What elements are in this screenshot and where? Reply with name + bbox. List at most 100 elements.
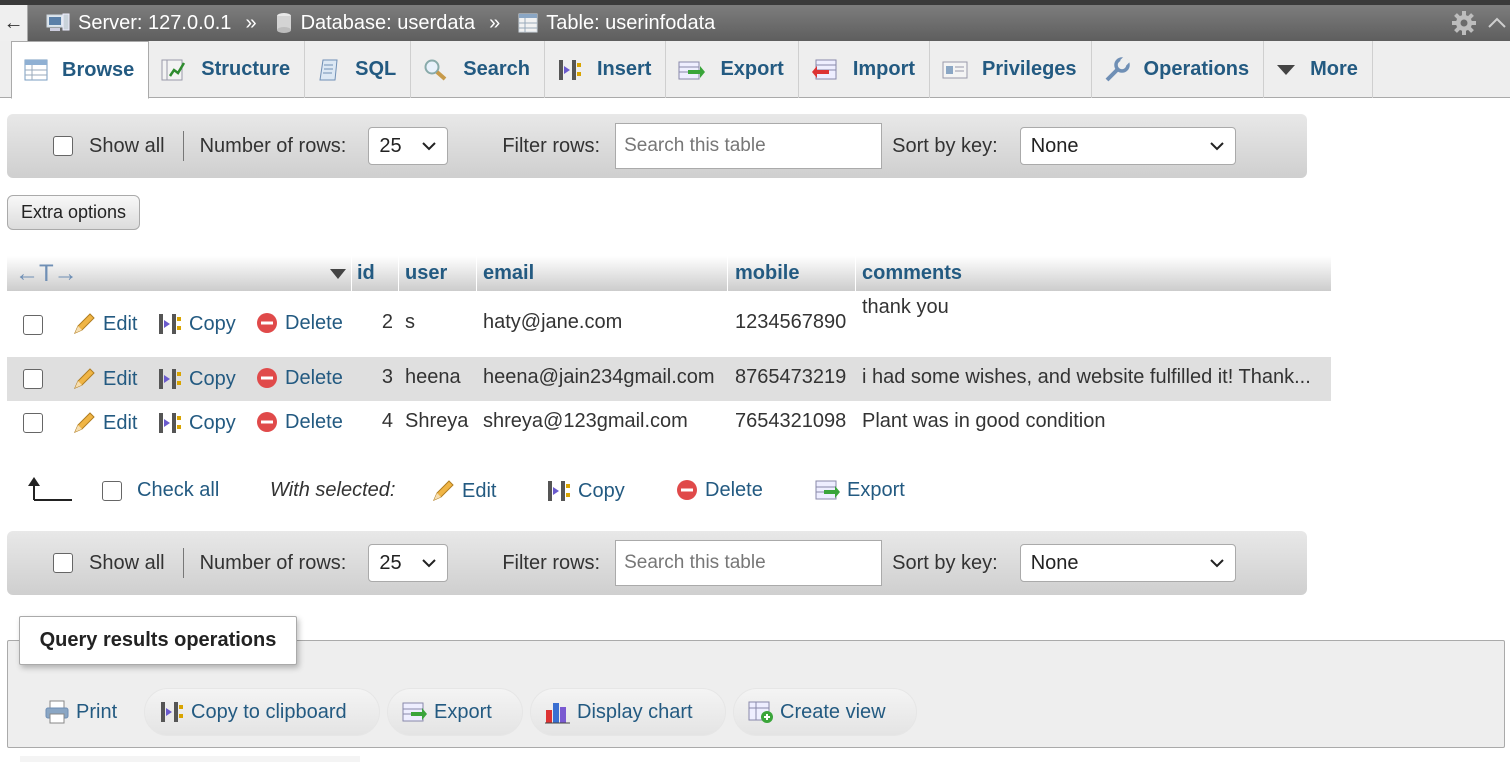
display-chart-button[interactable]: Display chart [530,688,726,736]
printer-icon [44,699,70,725]
bulk-export-button[interactable]: Export [815,478,905,502]
breadcrumb-table[interactable]: Table: userinfodata [518,12,715,35]
row-checkbox[interactable] [23,315,43,335]
row-edit-link[interactable]: Edit [71,410,137,436]
row-delete-label: Delete [285,366,343,389]
tab-insert-label: Insert [597,58,652,80]
rows-select-value: 25 [379,551,402,574]
structure-icon [161,59,187,81]
row-delete-link[interactable]: Delete [255,311,343,335]
rows-select-value: 25 [379,134,402,157]
tab-search[interactable]: Search [411,41,545,98]
breadcrumb-database[interactable]: Database: userdata [275,11,476,35]
export-icon [815,478,841,502]
extra-options-button[interactable]: Extra options [7,195,140,230]
cell-mobile[interactable]: 8765473219 [735,366,846,389]
row-checkbox[interactable] [23,413,43,433]
results-table-header: ←T→ id user email mobile comments [7,256,1331,291]
tab-structure-label: Structure [201,58,291,80]
row-copy-label: Copy [189,367,236,390]
row-delete-link[interactable]: Delete [255,410,343,434]
cell-user[interactable]: Shreya [405,410,468,433]
tab-privileges[interactable]: Privileges [930,41,1092,98]
copy-to-clipboard-button[interactable]: Copy to clipboard [144,688,380,736]
settings-gear-icon[interactable] [1450,9,1478,37]
cell-user[interactable]: s [405,311,415,334]
tab-sql[interactable]: SQL [305,41,412,98]
tab-more[interactable]: More [1264,41,1373,98]
column-header-comments[interactable]: comments [862,256,962,291]
row-edit-link[interactable]: Edit [71,311,137,337]
rows-select[interactable]: 25 [368,127,449,165]
breadcrumb-database-label: Database: userdata [300,11,476,34]
tab-import[interactable]: Import [799,41,931,98]
column-header-email[interactable]: email [483,256,534,291]
create-view-button[interactable]: Create view [733,688,917,736]
sort-by-key-select[interactable]: None [1019,544,1236,582]
cell-email[interactable]: haty@jane.com [483,311,622,334]
row-edit-link[interactable]: Edit [71,366,137,392]
table-icon [518,13,538,33]
show-all-checkbox[interactable] [53,136,73,156]
show-all-toggle[interactable]: Show all [53,135,165,158]
check-all-label[interactable]: Check all [137,479,219,502]
row-checkbox[interactable] [23,369,43,389]
show-all-checkbox[interactable] [53,553,73,573]
row-edit-label: Edit [103,312,138,335]
breadcrumb-separator: » [245,11,257,34]
bulk-delete-button[interactable]: Delete [675,478,763,502]
cell-comments[interactable]: thank you [862,296,949,319]
bottom-navigation-bar: Show all Number of rows: 25 Filter rows:… [7,531,1307,595]
tab-export[interactable]: Export [666,41,799,98]
bulk-delete-label: Delete [705,478,763,501]
cell-comments[interactable]: Plant was in good condition [862,410,1106,433]
cell-mobile[interactable]: 7654321098 [735,410,846,433]
print-button[interactable]: Print [30,688,131,736]
cell-user[interactable]: heena [405,366,461,389]
cell-comments[interactable]: i had some wishes, and website fulfilled… [862,366,1311,389]
row-copy-label: Copy [189,312,236,335]
cell-id[interactable]: 3 [357,366,393,389]
rows-select[interactable]: 25 [368,544,449,582]
pencil-icon [430,478,456,504]
filter-rows-input[interactable]: Search this table [615,540,883,586]
collapse-caret-icon[interactable] [1486,11,1508,35]
column-header-comments-label: comments [862,262,963,284]
check-all-checkbox[interactable] [102,481,122,501]
tab-operations-label: Operations [1143,58,1250,80]
column-toggle-glyph: ←T→ [15,259,78,287]
row-delete-link[interactable]: Delete [255,366,343,390]
row-copy-link[interactable]: Copy [157,366,236,392]
display-chart-label: Display chart [577,700,693,723]
bulk-copy-button[interactable]: Copy [546,478,625,504]
cell-email[interactable]: heena@jain234gmail.com [483,366,715,389]
bulk-edit-button[interactable]: Edit [430,478,496,504]
header-divider [476,256,477,291]
row-copy-link[interactable]: Copy [157,410,236,436]
cell-id[interactable]: 2 [357,311,393,334]
export-results-button[interactable]: Export [387,688,523,736]
show-all-toggle[interactable]: Show all [53,552,165,575]
pencil-icon [71,366,97,392]
filter-rows-input[interactable]: Search this table [615,123,883,169]
header-divider [855,256,856,291]
tab-structure[interactable]: Structure [149,41,306,98]
breadcrumb-separator: » [489,11,501,34]
sort-by-key-select[interactable]: None [1019,127,1236,165]
sort-select-value: None [1030,134,1079,157]
header-divider [727,256,728,291]
tab-insert[interactable]: Insert [545,41,667,98]
cell-email[interactable]: shreya@123gmail.com [483,410,688,433]
cell-id[interactable]: 4 [357,410,393,433]
column-header-mobile[interactable]: mobile [735,256,799,291]
column-toggle-handle[interactable]: ←T→ [15,256,78,291]
row-copy-link[interactable]: Copy [157,311,236,337]
column-header-user[interactable]: user [405,256,447,291]
column-menu-dropdown-icon[interactable] [329,268,347,280]
tab-operations[interactable]: Operations [1092,41,1265,98]
back-arrow-button[interactable]: ← [0,5,28,41]
breadcrumb-server[interactable]: Server: 127.0.0.1 [46,12,231,35]
tab-browse[interactable]: Browse [11,41,150,99]
cell-mobile[interactable]: 1234567890 [735,311,846,334]
column-header-id[interactable]: id [357,256,375,291]
